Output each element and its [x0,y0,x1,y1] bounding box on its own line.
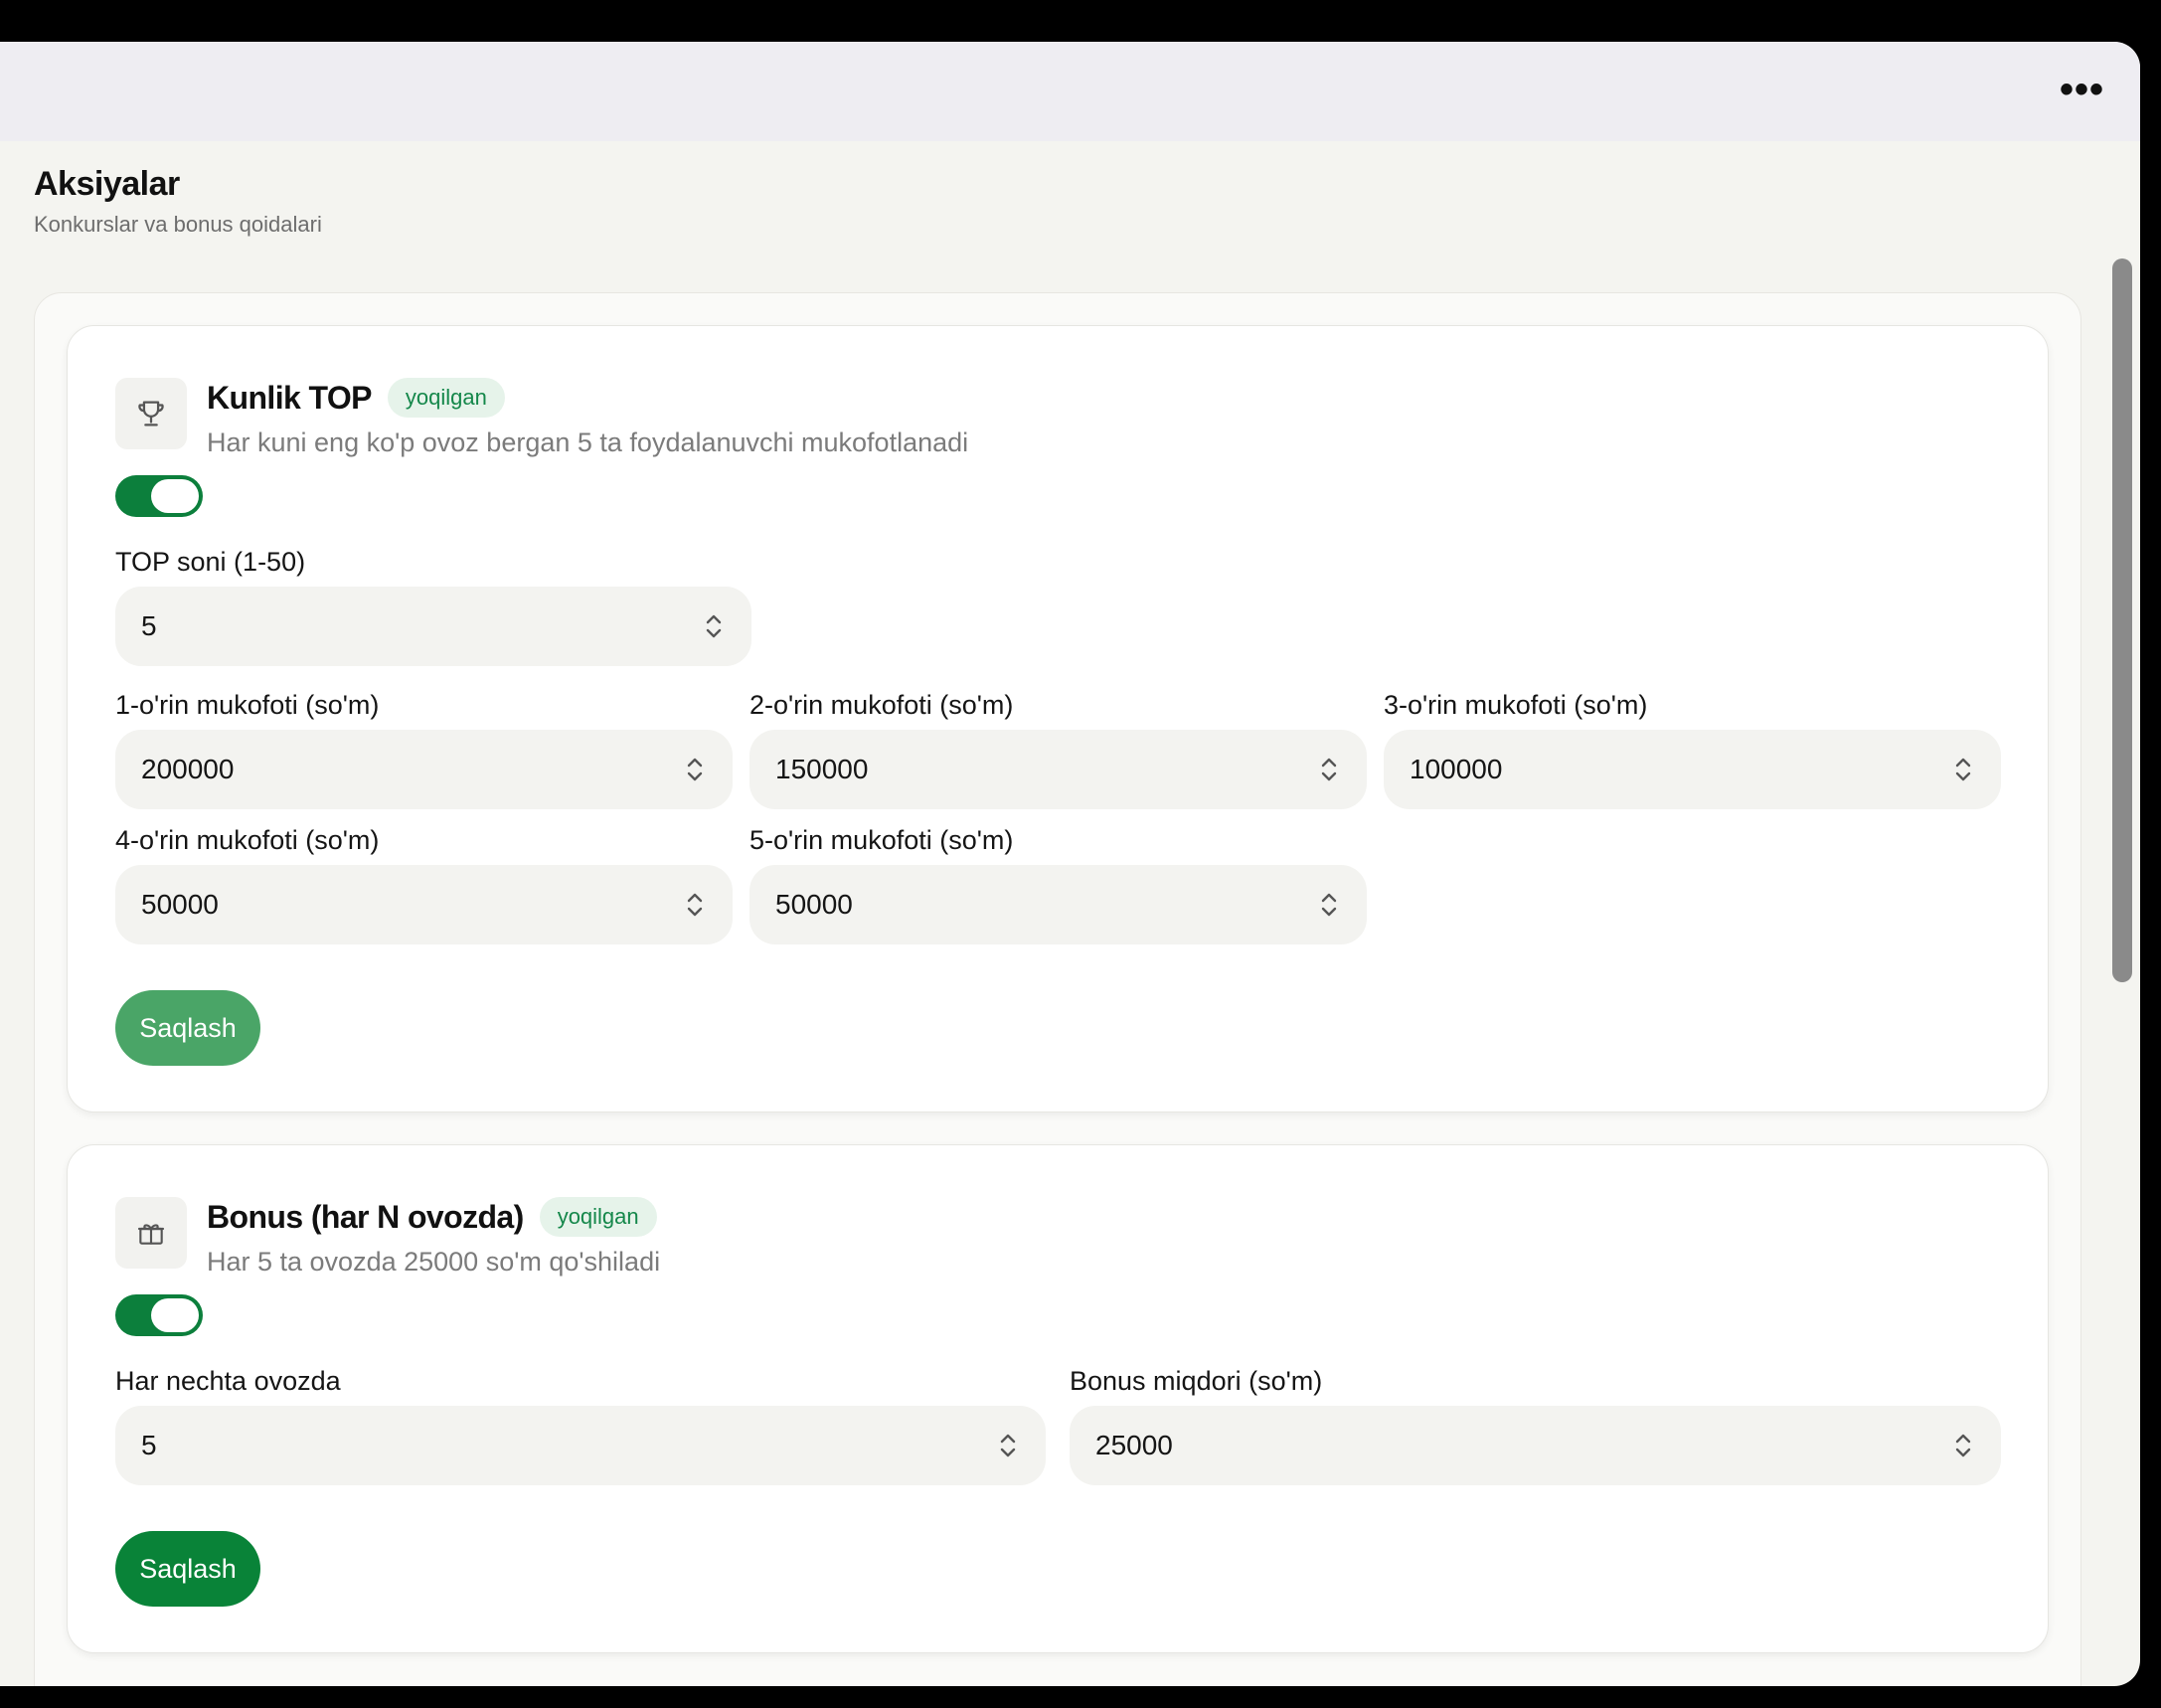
every-n-votes-label: Har nechta ovozda [115,1366,341,1396]
gift-icon [115,1197,187,1269]
top-count-label: TOP soni (1-50) [115,547,306,577]
daily-top-title: Kunlik TOP [207,379,372,416]
promotions-container: Kunlik TOP yoqilgan Har kuni eng ko'p ov… [34,292,2081,1686]
status-badge: yoqilgan [539,1197,657,1237]
stepper-icon[interactable] [683,754,707,785]
stepper-icon[interactable] [996,1430,1020,1461]
prize-5-label: 5-o'rin mukofoti (so'm) [749,825,1014,855]
top-bar: ••• [0,42,2140,141]
prize-1-input[interactable]: 200000 [115,730,733,809]
save-button[interactable]: Saqlash [115,990,260,1066]
bonus-card: Bonus (har N ovozda) yoqilgan Har 5 ta o… [67,1144,2049,1653]
prize-4-value: 50000 [141,889,219,920]
every-n-votes-value: 5 [141,1430,157,1460]
stepper-icon[interactable] [1951,1430,1975,1461]
top-count-input[interactable]: 5 [115,587,751,666]
daily-top-card: Kunlik TOP yoqilgan Har kuni eng ko'p ov… [67,325,2049,1112]
prize-1-value: 200000 [141,754,235,784]
toggle-knob [151,479,199,513]
scrollbar-thumb[interactable] [2112,258,2132,982]
stepper-icon[interactable] [1951,754,1975,785]
prize-4-label: 4-o'rin mukofoti (so'm) [115,825,380,855]
stepper-icon[interactable] [1317,889,1341,921]
daily-top-enable-toggle[interactable] [115,475,203,517]
bonus-description: Har 5 ta ovozda 25000 so'm qo'shiladi [207,1247,661,1277]
stepper-icon[interactable] [683,889,707,921]
app-window: ••• Aksiyalar Konkurslar va bonus qoidal… [0,42,2140,1686]
prize-3-label: 3-o'rin mukofoti (so'm) [1384,690,1648,720]
prize-2-value: 150000 [775,754,869,784]
bonus-amount-input[interactable]: 25000 [1070,1406,2001,1485]
bonus-amount-value: 25000 [1095,1430,1173,1460]
more-menu-icon[interactable]: ••• [2060,70,2104,109]
prize-5-value: 50000 [775,889,853,920]
daily-top-description: Har kuni eng ko'p ovoz bergan 5 ta foyda… [207,427,969,457]
prize-1-label: 1-o'rin mukofoti (so'm) [115,690,380,720]
stepper-icon[interactable] [702,610,726,642]
status-badge: yoqilgan [387,378,505,418]
top-count-value: 5 [141,610,157,641]
prize-3-value: 100000 [1410,754,1503,784]
prize-4-input[interactable]: 50000 [115,865,733,944]
trophy-icon [115,378,187,449]
page-subtitle: Konkurslar va bonus qoidalari [34,212,322,237]
save-button[interactable]: Saqlash [115,1531,260,1607]
prize-2-label: 2-o'rin mukofoti (so'm) [749,690,1014,720]
prize-5-input[interactable]: 50000 [749,865,1367,944]
bonus-enable-toggle[interactable] [115,1294,203,1336]
prize-3-input[interactable]: 100000 [1384,730,2001,809]
bonus-title-row: Bonus (har N ovozda) yoqilgan [207,1197,657,1237]
content-scroll-area: Kunlik TOP yoqilgan Har kuni eng ko'p ov… [0,258,2140,1686]
daily-top-title-row: Kunlik TOP yoqilgan [207,378,505,418]
bonus-amount-label: Bonus miqdori (so'm) [1070,1366,1323,1396]
toggle-knob [151,1298,199,1332]
prize-2-input[interactable]: 150000 [749,730,1367,809]
stepper-icon[interactable] [1317,754,1341,785]
page-title: Aksiyalar [34,165,180,203]
bonus-title: Bonus (har N ovozda) [207,1198,524,1235]
every-n-votes-input[interactable]: 5 [115,1406,1046,1485]
